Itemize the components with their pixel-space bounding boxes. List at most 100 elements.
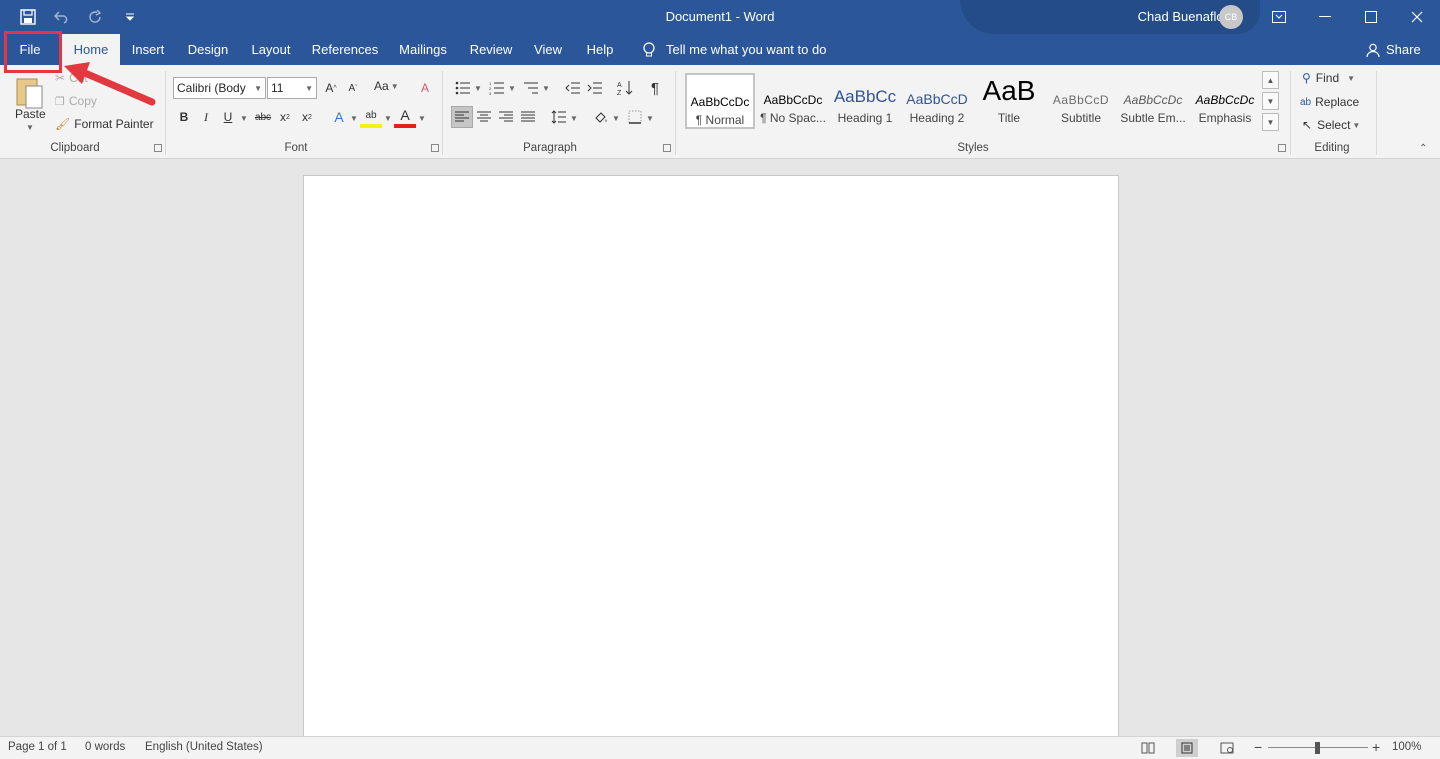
- style-subtle-emphasis[interactable]: AaBbCcDc Subtle Em...: [1118, 73, 1188, 129]
- font-launcher-icon[interactable]: [431, 144, 439, 152]
- superscript-icon[interactable]: x2: [296, 106, 318, 128]
- multilevel-list-icon[interactable]: [520, 77, 542, 99]
- line-spacing-icon[interactable]: [548, 106, 570, 128]
- clear-formatting-icon[interactable]: A: [414, 77, 436, 99]
- font-size-combo[interactable]: 11 ▼: [267, 77, 317, 99]
- borders-dropdown-icon[interactable]: ▼: [646, 114, 654, 123]
- style-heading-1[interactable]: AaBbCc Heading 1: [830, 73, 900, 129]
- document-page[interactable]: [303, 175, 1119, 745]
- grow-font-icon[interactable]: A ^: [320, 77, 342, 99]
- tab-view[interactable]: View: [528, 34, 568, 65]
- print-layout-icon[interactable]: [1176, 739, 1198, 757]
- zoom-out-icon[interactable]: −: [1254, 739, 1262, 755]
- find-icon: ⚲: [1302, 71, 1311, 85]
- text-effects-icon[interactable]: A: [328, 106, 350, 128]
- bullets-icon[interactable]: [452, 77, 474, 99]
- read-mode-icon[interactable]: [1139, 739, 1157, 757]
- collapse-ribbon-icon[interactable]: ⌃: [1419, 143, 1427, 154]
- highlight-icon[interactable]: ab: [360, 106, 382, 128]
- styles-scroll-up-icon[interactable]: ▲: [1262, 71, 1279, 89]
- style-heading-2[interactable]: AaBbCcD Heading 2: [902, 73, 972, 129]
- clipboard-launcher-icon[interactable]: [154, 144, 162, 152]
- svg-text:3: 3: [489, 91, 492, 95]
- file-tab-highlight: [4, 31, 62, 73]
- borders-icon[interactable]: [624, 106, 646, 128]
- align-right-icon[interactable]: [495, 106, 517, 128]
- underline-dropdown-icon[interactable]: ▼: [240, 114, 248, 123]
- shading-icon[interactable]: [590, 106, 612, 128]
- underline-icon[interactable]: U: [217, 106, 239, 128]
- numbering-dropdown-icon[interactable]: ▼: [508, 84, 516, 93]
- increase-indent-icon[interactable]: [584, 77, 606, 99]
- strikethrough-icon[interactable]: abc: [252, 106, 274, 128]
- italic-icon[interactable]: I: [195, 106, 217, 128]
- font-name-combo[interactable]: Calibri (Body ▼: [173, 77, 266, 99]
- paragraph-launcher-icon[interactable]: [663, 144, 671, 152]
- tab-design[interactable]: Design: [180, 34, 236, 65]
- shrink-font-icon[interactable]: Aˇ: [342, 77, 364, 99]
- language-indicator[interactable]: English (United States): [145, 741, 263, 753]
- share-button[interactable]: Share: [1366, 34, 1421, 65]
- text-effects-dropdown-icon[interactable]: ▼: [350, 114, 358, 123]
- tab-review[interactable]: Review: [464, 34, 518, 65]
- style-no-spacing[interactable]: AaBbCcDc ¶ No Spac...: [758, 73, 828, 129]
- paste-button[interactable]: Paste: [15, 107, 46, 121]
- minimize-icon[interactable]: [1302, 0, 1348, 34]
- bullets-dropdown-icon[interactable]: ▼: [474, 84, 482, 93]
- tell-me-label: Tell me what you want to do: [666, 42, 827, 57]
- page-count[interactable]: Page 1 of 1: [8, 741, 67, 753]
- styles-scroll-down-icon[interactable]: ▼: [1262, 92, 1279, 110]
- ribbon-display-options-icon[interactable]: [1256, 0, 1302, 34]
- line-spacing-dropdown-icon[interactable]: ▼: [570, 114, 578, 123]
- document-canvas[interactable]: [0, 159, 1440, 745]
- styles-launcher-icon[interactable]: [1278, 144, 1286, 152]
- zoom-level[interactable]: 100%: [1392, 741, 1421, 753]
- user-name[interactable]: Chad Buenaflor: [1138, 9, 1228, 24]
- zoom-in-icon[interactable]: +: [1372, 739, 1380, 755]
- change-case-button[interactable]: Aa ▼: [374, 79, 399, 93]
- subscript-icon[interactable]: x2: [274, 106, 296, 128]
- styles-more-icon[interactable]: ▼: [1262, 113, 1279, 131]
- multilevel-dropdown-icon[interactable]: ▼: [542, 84, 550, 93]
- align-left-icon[interactable]: [451, 106, 473, 128]
- decrease-indent-icon[interactable]: [562, 77, 584, 99]
- style-normal[interactable]: AaBbCcDc ¶ Normal: [685, 73, 755, 129]
- word-count[interactable]: 0 words: [85, 741, 125, 753]
- find-button[interactable]: ⚲ Find ▼: [1302, 71, 1355, 85]
- tab-help[interactable]: Help: [580, 34, 620, 65]
- close-icon[interactable]: [1394, 0, 1440, 34]
- select-button[interactable]: ↖ Select ▼: [1302, 118, 1360, 132]
- bold-icon[interactable]: B: [173, 106, 195, 128]
- person-icon: [1366, 43, 1380, 57]
- tell-me-search[interactable]: Tell me what you want to do: [642, 34, 826, 65]
- numbering-icon[interactable]: 123: [486, 77, 508, 99]
- style-subtitle[interactable]: AaBbCcD Subtitle: [1046, 73, 1116, 129]
- tab-references[interactable]: References: [306, 34, 384, 65]
- status-bar: Page 1 of 1 0 words English (United Stat…: [0, 736, 1440, 759]
- shading-dropdown-icon[interactable]: ▼: [612, 114, 620, 123]
- font-color-dropdown-icon[interactable]: ▼: [418, 114, 426, 123]
- web-layout-icon[interactable]: [1218, 739, 1236, 757]
- group-label-editing: Editing: [1314, 142, 1350, 154]
- format-painter-button[interactable]: 🖌 Format Painter: [55, 117, 154, 131]
- lightbulb-icon: [643, 41, 655, 56]
- justify-icon[interactable]: [517, 106, 539, 128]
- tab-mailings[interactable]: Mailings: [392, 34, 454, 65]
- title-bar: Document1 - Word Chad Buenaflor CB: [0, 0, 1440, 34]
- style-title[interactable]: AaB Title: [974, 73, 1044, 129]
- tab-layout[interactable]: Layout: [244, 34, 298, 65]
- group-label-styles: Styles: [957, 142, 989, 154]
- font-color-icon[interactable]: A: [394, 106, 416, 128]
- maximize-icon[interactable]: [1348, 0, 1394, 34]
- align-center-icon[interactable]: [473, 106, 495, 128]
- zoom-slider-thumb[interactable]: [1315, 742, 1320, 754]
- cursor-icon: ↖: [1302, 118, 1313, 132]
- highlight-dropdown-icon[interactable]: ▼: [384, 114, 392, 123]
- show-formatting-marks-icon[interactable]: ¶: [644, 77, 666, 99]
- paste-dropdown-icon[interactable]: ▼: [26, 123, 34, 132]
- avatar[interactable]: CB: [1219, 5, 1243, 29]
- style-emphasis[interactable]: AaBbCcDc Emphasis: [1190, 73, 1260, 129]
- replace-icon: ab: [1300, 96, 1312, 108]
- sort-icon[interactable]: AZ: [614, 77, 636, 99]
- replace-button[interactable]: ab Replace: [1300, 95, 1359, 109]
